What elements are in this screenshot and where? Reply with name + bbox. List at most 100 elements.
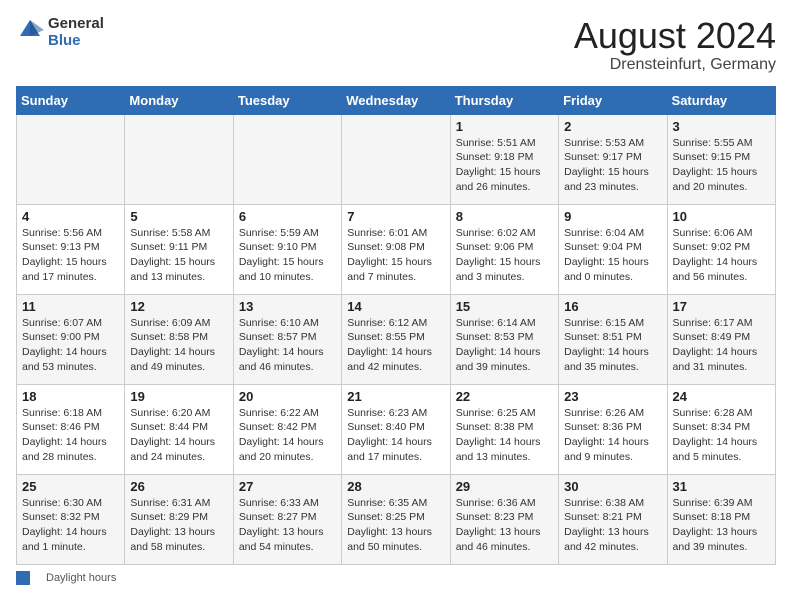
day-info: Sunrise: 6:35 AM Sunset: 8:25 PM Dayligh… xyxy=(347,496,444,555)
day-number: 31 xyxy=(673,479,770,494)
day-of-week-friday: Friday xyxy=(559,86,667,114)
calendar-cell: 27 Sunrise: 6:33 AM Sunset: 8:27 PM Dayli… xyxy=(233,474,341,564)
day-number: 7 xyxy=(347,209,444,224)
page-subtitle: Drensteinfurt, Germany xyxy=(574,56,776,74)
day-of-week-sunday: Sunday xyxy=(17,86,125,114)
footer-note: Daylight hours xyxy=(16,571,776,585)
day-info: Sunrise: 5:53 AM Sunset: 9:17 PM Dayligh… xyxy=(564,136,661,195)
calendar-cell: 15Sunrise: 6:14 AM Sunset: 8:53 PM Dayli… xyxy=(450,294,558,384)
calendar-cell: 13 Sunrise: 6:10 AM Sunset: 8:57 PM Dayli… xyxy=(233,294,341,384)
calendar-cell: 14Sunrise: 6:12 AM Sunset: 8:55 PM Dayli… xyxy=(342,294,450,384)
calendar-cell: 26Sunrise: 6:31 AM Sunset: 8:29 PM Dayli… xyxy=(125,474,233,564)
calendar-week-row: 18 Sunrise: 6:18 AM Sunset: 8:46 PM Dayli… xyxy=(17,384,776,474)
calendar-cell: 10 Sunrise: 6:06 AM Sunset: 9:02 PM Dayli… xyxy=(667,204,775,294)
page-header: General Blue August 2024 Drensteinfurt, … xyxy=(16,16,776,74)
daylight-label: Daylight hours xyxy=(46,572,116,584)
day-info: Sunrise: 5:55 AM Sunset: 9:15 PM Dayligh… xyxy=(673,136,770,195)
calendar-cell xyxy=(125,114,233,204)
day-number: 28 xyxy=(347,479,444,494)
day-info: Sunrise: 6:31 AM Sunset: 8:29 PM Dayligh… xyxy=(130,496,227,555)
calendar-cell: 8Sunrise: 6:02 AM Sunset: 9:06 PM Daylig… xyxy=(450,204,558,294)
calendar-cell: 6 Sunrise: 5:59 AM Sunset: 9:10 PM Daylig… xyxy=(233,204,341,294)
calendar-cell: 12 Sunrise: 6:09 AM Sunset: 8:58 PM Dayli… xyxy=(125,294,233,384)
day-info: Sunrise: 5:51 AM Sunset: 9:18 PM Dayligh… xyxy=(456,136,553,195)
day-number: 20 xyxy=(239,389,336,404)
calendar-week-row: 11Sunrise: 6:07 AM Sunset: 9:00 PM Dayli… xyxy=(17,294,776,384)
calendar-cell: 17 Sunrise: 6:17 AM Sunset: 8:49 PM Dayli… xyxy=(667,294,775,384)
day-info: Sunrise: 6:12 AM Sunset: 8:55 PM Dayligh… xyxy=(347,316,444,375)
day-info: Sunrise: 6:18 AM Sunset: 8:46 PM Dayligh… xyxy=(22,406,119,465)
day-info: Sunrise: 6:14 AM Sunset: 8:53 PM Dayligh… xyxy=(456,316,553,375)
day-of-week-monday: Monday xyxy=(125,86,233,114)
day-number: 1 xyxy=(456,119,553,134)
day-number: 17 xyxy=(673,299,770,314)
calendar-cell: 4 Sunrise: 5:56 AM Sunset: 9:13 PM Daylig… xyxy=(17,204,125,294)
calendar-cell: 19 Sunrise: 6:20 AM Sunset: 8:44 PM Dayli… xyxy=(125,384,233,474)
day-number: 27 xyxy=(239,479,336,494)
day-info: Sunrise: 6:22 AM Sunset: 8:42 PM Dayligh… xyxy=(239,406,336,465)
logo-general: General xyxy=(48,16,104,33)
day-number: 4 xyxy=(22,209,119,224)
day-info: Sunrise: 5:58 AM Sunset: 9:11 PM Dayligh… xyxy=(130,226,227,285)
daylight-color-box xyxy=(16,571,30,585)
calendar-cell: 29Sunrise: 6:36 AM Sunset: 8:23 PM Dayli… xyxy=(450,474,558,564)
calendar-week-row: 1 Sunrise: 5:51 AM Sunset: 9:18 PM Daylig… xyxy=(17,114,776,204)
day-info: Sunrise: 6:25 AM Sunset: 8:38 PM Dayligh… xyxy=(456,406,553,465)
day-info: Sunrise: 6:15 AM Sunset: 8:51 PM Dayligh… xyxy=(564,316,661,375)
calendar-week-row: 25Sunrise: 6:30 AM Sunset: 8:32 PM Dayli… xyxy=(17,474,776,564)
day-number: 30 xyxy=(564,479,661,494)
calendar-cell: 25Sunrise: 6:30 AM Sunset: 8:32 PM Dayli… xyxy=(17,474,125,564)
logo: General Blue xyxy=(16,16,104,49)
calendar-cell: 18 Sunrise: 6:18 AM Sunset: 8:46 PM Dayli… xyxy=(17,384,125,474)
calendar-cell: 1 Sunrise: 5:51 AM Sunset: 9:18 PM Daylig… xyxy=(450,114,558,204)
day-of-week-saturday: Saturday xyxy=(667,86,775,114)
day-number: 11 xyxy=(22,299,119,314)
day-info: Sunrise: 6:23 AM Sunset: 8:40 PM Dayligh… xyxy=(347,406,444,465)
calendar-cell: 11Sunrise: 6:07 AM Sunset: 9:00 PM Dayli… xyxy=(17,294,125,384)
day-of-week-tuesday: Tuesday xyxy=(233,86,341,114)
calendar-cell: 7 Sunrise: 6:01 AM Sunset: 9:08 PM Daylig… xyxy=(342,204,450,294)
day-number: 6 xyxy=(239,209,336,224)
day-number: 19 xyxy=(130,389,227,404)
day-number: 10 xyxy=(673,209,770,224)
day-info: Sunrise: 6:20 AM Sunset: 8:44 PM Dayligh… xyxy=(130,406,227,465)
logo-blue: Blue xyxy=(48,33,104,50)
day-number: 22 xyxy=(456,389,553,404)
calendar-cell: 28 Sunrise: 6:35 AM Sunset: 8:25 PM Dayli… xyxy=(342,474,450,564)
day-info: Sunrise: 6:28 AM Sunset: 8:34 PM Dayligh… xyxy=(673,406,770,465)
day-of-week-wednesday: Wednesday xyxy=(342,86,450,114)
day-info: Sunrise: 6:10 AM Sunset: 8:57 PM Dayligh… xyxy=(239,316,336,375)
day-info: Sunrise: 5:59 AM Sunset: 9:10 PM Dayligh… xyxy=(239,226,336,285)
day-info: Sunrise: 5:56 AM Sunset: 9:13 PM Dayligh… xyxy=(22,226,119,285)
calendar-cell: 31Sunrise: 6:39 AM Sunset: 8:18 PM Dayli… xyxy=(667,474,775,564)
day-number: 9 xyxy=(564,209,661,224)
calendar-cell: 9 Sunrise: 6:04 AM Sunset: 9:04 PM Daylig… xyxy=(559,204,667,294)
day-number: 23 xyxy=(564,389,661,404)
day-number: 13 xyxy=(239,299,336,314)
day-info: Sunrise: 6:09 AM Sunset: 8:58 PM Dayligh… xyxy=(130,316,227,375)
calendar-cell: 20 Sunrise: 6:22 AM Sunset: 8:42 PM Dayli… xyxy=(233,384,341,474)
day-info: Sunrise: 6:33 AM Sunset: 8:27 PM Dayligh… xyxy=(239,496,336,555)
calendar-table: SundayMondayTuesdayWednesdayThursdayFrid… xyxy=(16,86,776,565)
day-number: 3 xyxy=(673,119,770,134)
day-number: 16 xyxy=(564,299,661,314)
calendar-cell: 3 Sunrise: 5:55 AM Sunset: 9:15 PM Daylig… xyxy=(667,114,775,204)
calendar-cell: 23Sunrise: 6:26 AM Sunset: 8:36 PM Dayli… xyxy=(559,384,667,474)
day-info: Sunrise: 6:02 AM Sunset: 9:06 PM Dayligh… xyxy=(456,226,553,285)
day-info: Sunrise: 6:06 AM Sunset: 9:02 PM Dayligh… xyxy=(673,226,770,285)
calendar-cell xyxy=(342,114,450,204)
calendar-cell xyxy=(233,114,341,204)
calendar-cell xyxy=(17,114,125,204)
day-number: 18 xyxy=(22,389,119,404)
day-info: Sunrise: 6:04 AM Sunset: 9:04 PM Dayligh… xyxy=(564,226,661,285)
day-info: Sunrise: 6:17 AM Sunset: 8:49 PM Dayligh… xyxy=(673,316,770,375)
calendar-cell: 5Sunrise: 5:58 AM Sunset: 9:11 PM Daylig… xyxy=(125,204,233,294)
title-block: August 2024 Drensteinfurt, Germany xyxy=(574,16,776,74)
day-info: Sunrise: 6:30 AM Sunset: 8:32 PM Dayligh… xyxy=(22,496,119,555)
calendar-header-row: SundayMondayTuesdayWednesdayThursdayFrid… xyxy=(17,86,776,114)
calendar-cell: 24Sunrise: 6:28 AM Sunset: 8:34 PM Dayli… xyxy=(667,384,775,474)
day-info: Sunrise: 6:01 AM Sunset: 9:08 PM Dayligh… xyxy=(347,226,444,285)
calendar-cell: 30Sunrise: 6:38 AM Sunset: 8:21 PM Dayli… xyxy=(559,474,667,564)
day-number: 12 xyxy=(130,299,227,314)
calendar-cell: 22 Sunrise: 6:25 AM Sunset: 8:38 PM Dayli… xyxy=(450,384,558,474)
